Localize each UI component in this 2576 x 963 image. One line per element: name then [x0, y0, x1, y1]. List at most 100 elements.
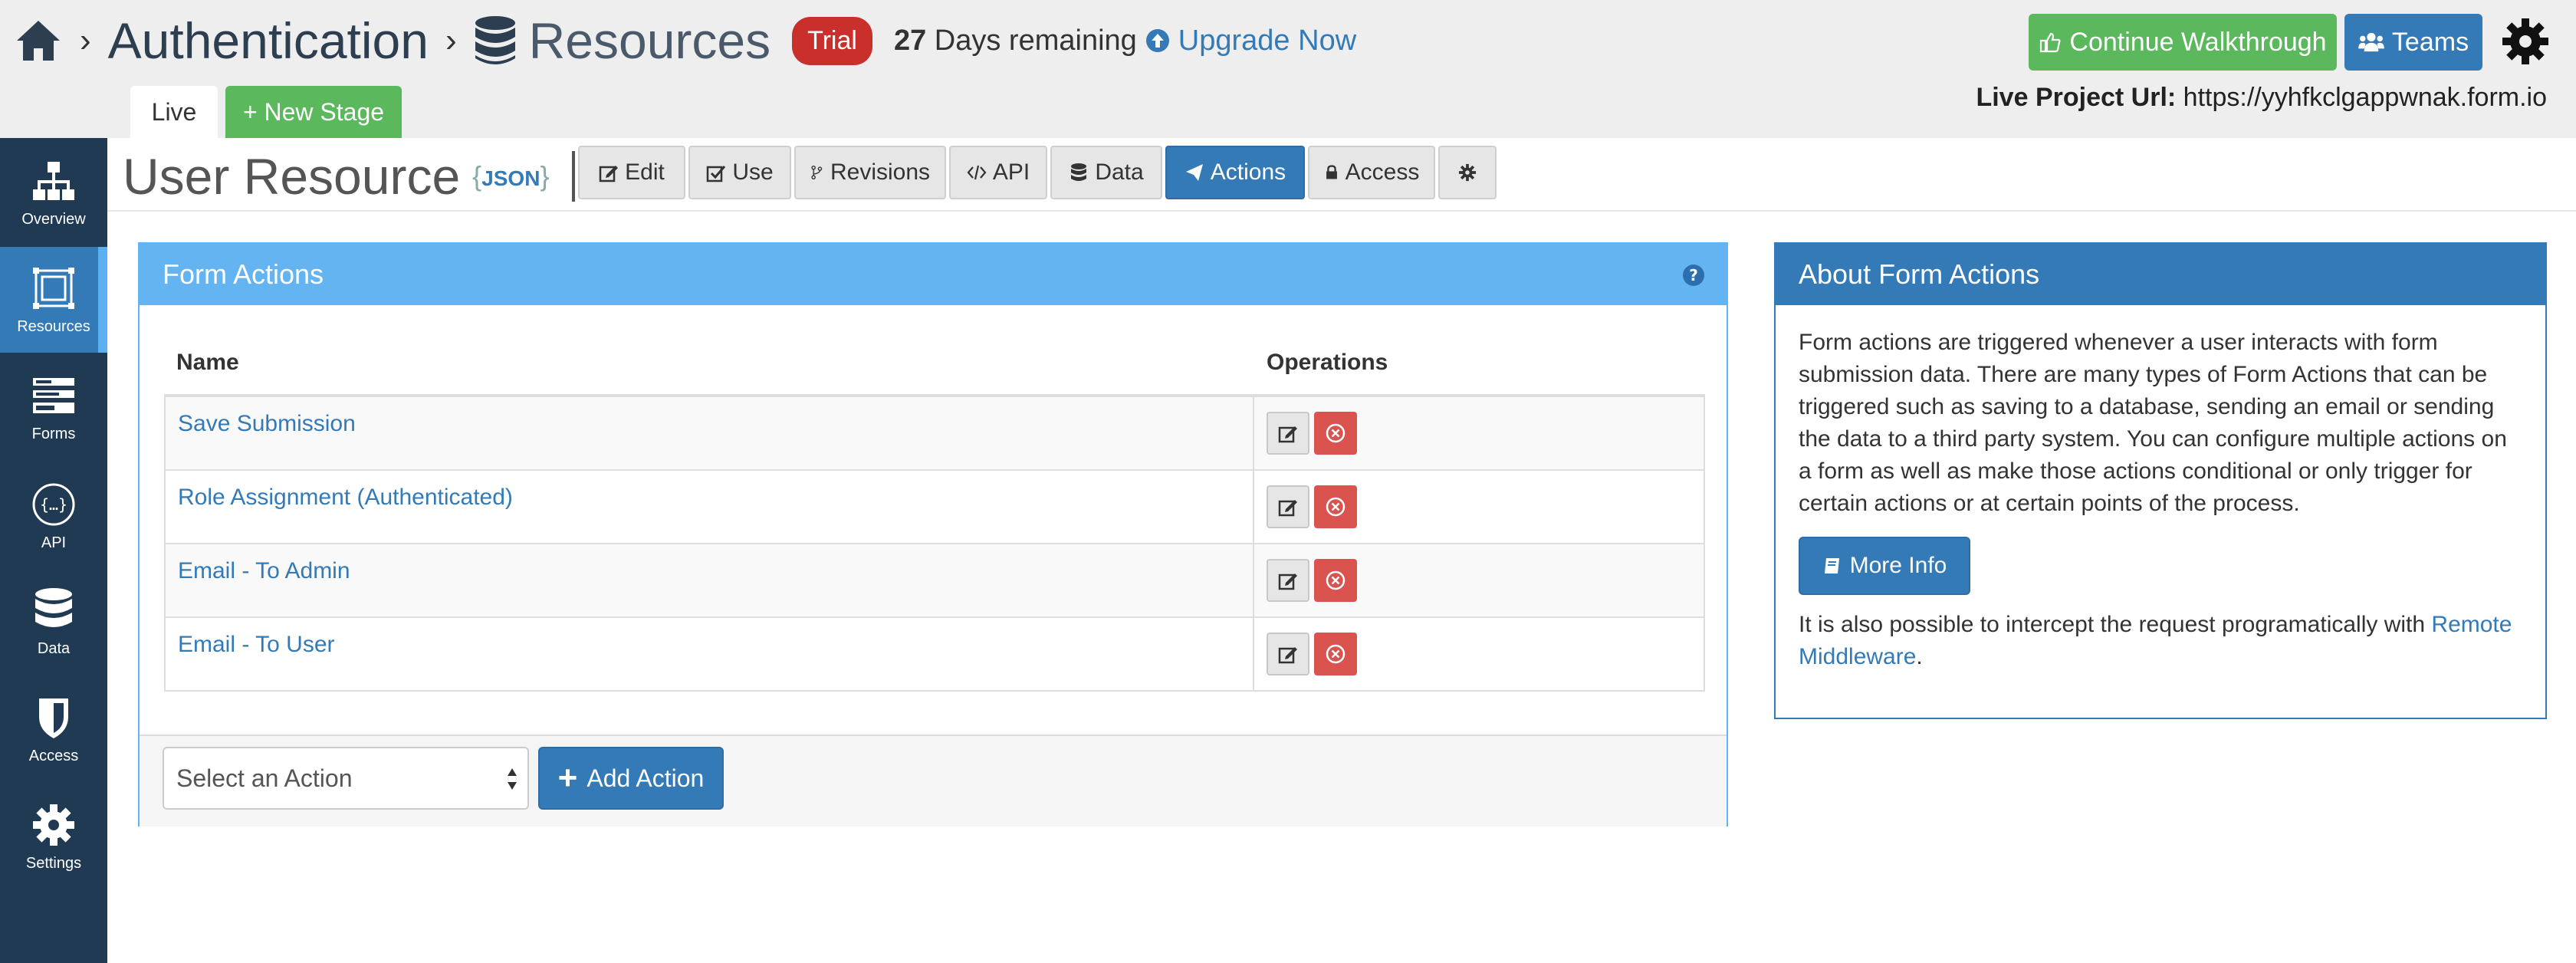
teams-button[interactable]: Teams: [2344, 14, 2482, 71]
sidebar-label-api: API: [41, 534, 67, 551]
sidebar-item-forms[interactable]: Forms: [0, 354, 107, 460]
more-info-label: More Info: [1849, 553, 1947, 578]
tab-edit[interactable]: Edit: [578, 146, 685, 199]
sidebar-item-access[interactable]: Access: [0, 676, 107, 782]
tab-edit-label: Edit: [625, 159, 665, 185]
form-actions-title: Form Actions: [163, 258, 324, 290]
svg-text:{…}: {…}: [40, 495, 67, 514]
tab-revisions-label: Revisions: [830, 159, 931, 185]
delete-action-button[interactable]: [1314, 559, 1357, 602]
action-name-link[interactable]: Role Assignment (Authenticated): [178, 485, 513, 510]
trial-badge: Trial: [792, 16, 872, 65]
days-remaining: 27 Days remaining: [894, 25, 1137, 58]
tab-revisions[interactable]: Revisions: [794, 146, 946, 199]
select-arrows-icon: [508, 768, 517, 790]
table-row: Email - To Admin: [164, 544, 1705, 618]
about-form-actions-panel: About Form Actions Form actions are trig…: [1774, 242, 2547, 719]
json-open-brace: {: [472, 160, 482, 192]
about-body: Form actions are triggered whenever a us…: [1776, 305, 2545, 695]
live-project-url: Live Project Url: https://yyhfkclgappwna…: [1976, 83, 2547, 113]
about-title: About Form Actions: [1799, 258, 2040, 290]
tab-use[interactable]: Use: [688, 146, 791, 199]
close-circle-icon: [1326, 497, 1346, 517]
action-name-link[interactable]: Email - To Admin: [178, 558, 350, 583]
edit-action-button[interactable]: [1267, 485, 1309, 528]
tab-live[interactable]: Live: [130, 86, 218, 138]
edit-action-button[interactable]: [1267, 633, 1309, 675]
table-row: Role Assignment (Authenticated): [164, 471, 1705, 544]
upgrade-label: Upgrade Now: [1178, 24, 1357, 57]
top-header: › Authentication › Resources Trial 27 Da…: [0, 0, 2576, 138]
database-icon: [475, 16, 515, 64]
question-circle-icon[interactable]: ?: [1682, 264, 1705, 287]
database-icon: [35, 587, 72, 627]
teams-label: Teams: [2391, 27, 2469, 57]
action-select[interactable]: Select an Action: [163, 747, 529, 810]
new-stage-button[interactable]: + New Stage: [225, 86, 402, 138]
sidebar-item-data[interactable]: Data: [0, 569, 107, 675]
upgrade-link[interactable]: Upgrade Now: [1145, 25, 1356, 58]
sidebar-item-settings[interactable]: Settings: [0, 784, 107, 889]
tab-data[interactable]: Data: [1050, 146, 1162, 199]
sidebar-label-data: Data: [37, 639, 71, 657]
continue-walkthrough-button[interactable]: Continue Walkthrough: [2029, 14, 2337, 71]
delete-action-button[interactable]: [1314, 412, 1357, 455]
more-info-button[interactable]: More Info: [1799, 537, 1970, 595]
breadcrumb-separator: ›: [445, 21, 457, 59]
column-header-operations: Operations: [1267, 350, 1388, 375]
table-row: Save Submission: [164, 397, 1705, 471]
close-circle-icon: [1326, 423, 1346, 443]
edit-icon: [1278, 647, 1297, 664]
svg-text:?: ?: [1689, 266, 1698, 284]
tab-actions-label: Actions: [1210, 159, 1286, 185]
project-url-value[interactable]: https://yyhfkclgappwnak.form.io: [2183, 83, 2547, 112]
lock-icon: [1326, 165, 1337, 179]
continue-walkthrough-label: Continue Walkthrough: [2069, 27, 2327, 57]
sidebar-item-api[interactable]: {…} API: [0, 463, 107, 569]
delete-action-button[interactable]: [1314, 485, 1357, 528]
resources-icon: [33, 267, 74, 309]
close-circle-icon: [1326, 570, 1346, 590]
stage-tabs: Live + New Stage: [130, 86, 402, 138]
action-name-link[interactable]: Save Submission: [178, 411, 356, 436]
gear-icon[interactable]: [2501, 17, 2550, 66]
edit-icon: [599, 166, 619, 182]
close-circle-icon: [1326, 644, 1346, 664]
tab-access[interactable]: Access: [1308, 146, 1435, 199]
api-icon: {…}: [32, 483, 75, 525]
page-title: User Resource: [123, 148, 461, 205]
home-icon[interactable]: [14, 16, 63, 65]
tab-api-label: API: [992, 159, 1030, 185]
edit-icon: [1278, 574, 1297, 590]
delete-action-button[interactable]: [1314, 633, 1357, 675]
column-header-name: Name: [176, 350, 239, 375]
action-select-value: Select an Action: [176, 764, 353, 792]
edit-action-button[interactable]: [1267, 559, 1309, 602]
sidebar-active-indicator: [98, 247, 107, 353]
json-link[interactable]: {JSON}: [472, 160, 549, 192]
gear-icon: [1458, 163, 1477, 182]
sidebar-item-overview[interactable]: Overview: [0, 140, 107, 245]
action-name-link[interactable]: Email - To User: [178, 632, 335, 657]
resource-tabs: Edit Use Revisions API Data Actions Acce…: [578, 146, 1500, 199]
database-icon: [1071, 163, 1087, 181]
code-fork-icon: [811, 166, 823, 179]
sidebar-label-overview: Overview: [21, 210, 86, 228]
plus-icon: +: [557, 759, 578, 797]
intercept-period: .: [1916, 644, 1923, 669]
tab-actions[interactable]: Actions: [1165, 146, 1305, 199]
title-divider: [572, 151, 576, 202]
breadcrumb-authentication[interactable]: Authentication: [108, 12, 429, 70]
add-action-button[interactable]: + Add Action: [538, 747, 724, 810]
json-label: JSON: [481, 166, 540, 190]
tab-settings[interactable]: [1438, 146, 1497, 199]
tab-api[interactable]: API: [949, 146, 1047, 199]
resource-title-bar: User Resource {JSON}: [123, 146, 576, 207]
gear-icon: [33, 804, 74, 846]
breadcrumb-resources[interactable]: Resources: [529, 12, 770, 70]
add-action-label: Add Action: [586, 764, 705, 792]
about-header: About Form Actions: [1776, 244, 2545, 305]
edit-action-button[interactable]: [1267, 412, 1309, 455]
intercept-paragraph: It is also possible to intercept the req…: [1799, 609, 2522, 673]
sidebar-item-resources[interactable]: Resources: [0, 247, 107, 353]
